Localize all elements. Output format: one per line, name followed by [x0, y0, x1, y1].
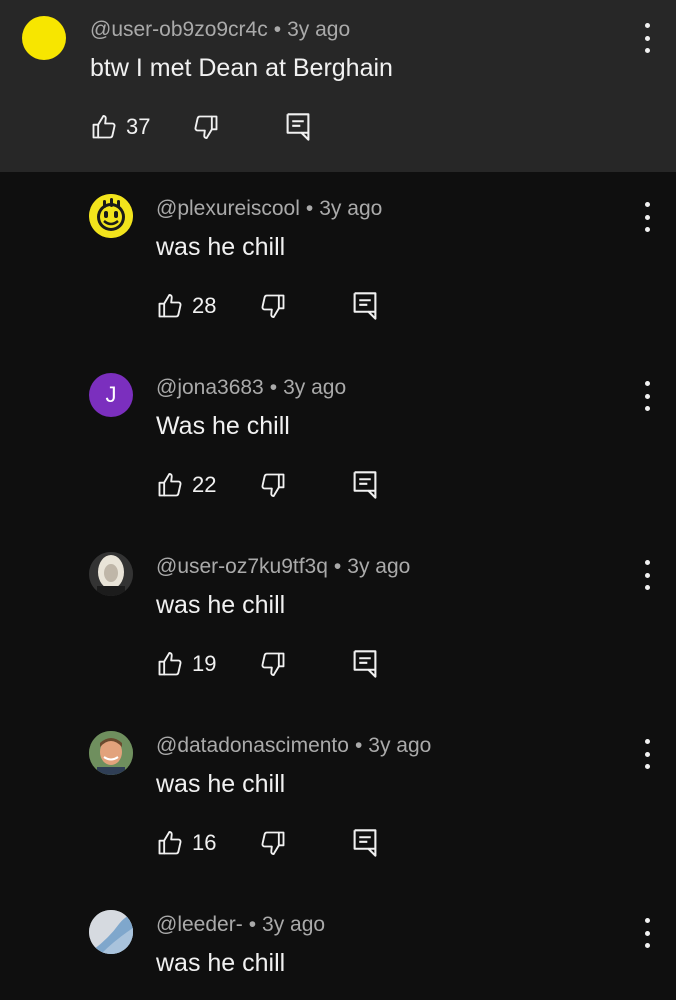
like-button[interactable]: 16: [156, 826, 216, 860]
comment-time: 3y ago: [368, 734, 432, 757]
comment-text: btw I met Dean at Berghain: [90, 54, 393, 82]
comment-meta: @jona3683 • 3y ago: [156, 376, 346, 400]
like-count: 19: [192, 651, 217, 676]
reply-button[interactable]: [352, 289, 378, 323]
separator-dot: •: [269, 376, 278, 399]
like-button[interactable]: 19: [156, 647, 216, 681]
comment-author[interactable]: @datadonascimento: [156, 734, 349, 757]
portrait-avatar-icon: [89, 552, 133, 596]
reply-icon: [353, 471, 377, 499]
more-options-icon[interactable]: [637, 23, 657, 53]
reply-icon: [353, 650, 377, 678]
thumbs-down-icon: [194, 115, 218, 140]
comment-text: was he chill: [156, 949, 286, 977]
reply-button[interactable]: [285, 110, 311, 144]
separator-dot: •: [248, 913, 257, 936]
thumbs-up-icon: [158, 293, 182, 318]
comment-meta: @user-oz7ku9tf3q • 3y ago: [156, 555, 410, 579]
comment-author[interactable]: @leeder-: [156, 913, 243, 936]
comment-meta: @leeder- • 3y ago: [156, 913, 325, 937]
comment-text: was he chill: [156, 591, 286, 619]
reply-button[interactable]: [352, 468, 378, 502]
like-count: 28: [192, 293, 217, 318]
separator-dot: •: [305, 197, 314, 220]
like-button[interactable]: 28: [156, 289, 216, 323]
more-options-icon[interactable]: [637, 560, 657, 590]
dislike-button[interactable]: [192, 110, 220, 144]
like-count: 16: [192, 830, 217, 855]
dislike-button[interactable]: [259, 468, 287, 502]
more-options-icon[interactable]: [637, 381, 657, 411]
thumbs-up-icon: [158, 830, 182, 855]
thumbs-down-icon: [261, 831, 285, 856]
dislike-button[interactable]: [259, 289, 287, 323]
avatar[interactable]: [89, 552, 133, 596]
thumbs-up-icon: [92, 114, 116, 139]
comment-author[interactable]: @user-oz7ku9tf3q: [156, 555, 328, 578]
comment-author[interactable]: @user-ob9zo9cr4c: [90, 18, 268, 41]
thumbs-down-icon: [261, 652, 285, 677]
comment-author[interactable]: @jona3683: [156, 376, 264, 399]
reply-icon: [286, 113, 310, 141]
avatar[interactable]: [89, 194, 133, 238]
comment-author[interactable]: @plexureiscool: [156, 197, 300, 220]
melting-smiley-avatar-icon: [89, 194, 133, 238]
separator-dot: •: [354, 734, 363, 757]
more-options-icon[interactable]: [637, 739, 657, 769]
comment-meta: @user-ob9zo9cr4c • 3y ago: [90, 18, 350, 42]
dislike-button[interactable]: [259, 647, 287, 681]
comment-time: 3y ago: [283, 376, 347, 399]
like-count: 37: [126, 114, 151, 139]
comment-text: Was he chill: [156, 412, 290, 440]
avatar[interactable]: [89, 910, 133, 954]
more-options-icon[interactable]: [637, 918, 657, 948]
avatar[interactable]: [22, 16, 66, 60]
comment-text: was he chill: [156, 770, 286, 798]
thumbs-down-icon: [261, 294, 285, 319]
like-button[interactable]: 22: [156, 468, 216, 502]
like-count: 22: [192, 472, 217, 497]
comment-time: 3y ago: [262, 913, 326, 936]
reply-icon: [353, 829, 377, 857]
avatar[interactable]: J: [89, 373, 133, 417]
dislike-button[interactable]: [259, 826, 287, 860]
thumbs-up-icon: [158, 472, 182, 497]
reply-button[interactable]: [352, 647, 378, 681]
avatar-letter: J: [105, 382, 117, 407]
separator-dot: •: [333, 555, 342, 578]
abstract-avatar-icon: [89, 910, 133, 954]
reply-button[interactable]: [352, 826, 378, 860]
comment-time: 3y ago: [347, 555, 411, 578]
comment-time: 3y ago: [319, 197, 383, 220]
comment-text: was he chill: [156, 233, 286, 261]
portrait-avatar-icon: [89, 731, 133, 775]
comment-meta: @datadonascimento • 3y ago: [156, 734, 431, 758]
comment-time: 3y ago: [287, 18, 351, 41]
avatar[interactable]: [89, 731, 133, 775]
like-button[interactable]: 37: [90, 110, 150, 144]
reply-icon: [353, 292, 377, 320]
more-options-icon[interactable]: [637, 202, 657, 232]
separator-dot: •: [273, 18, 282, 41]
comment-meta: @plexureiscool • 3y ago: [156, 197, 382, 221]
thumbs-up-icon: [158, 651, 182, 676]
thumbs-down-icon: [261, 473, 285, 498]
